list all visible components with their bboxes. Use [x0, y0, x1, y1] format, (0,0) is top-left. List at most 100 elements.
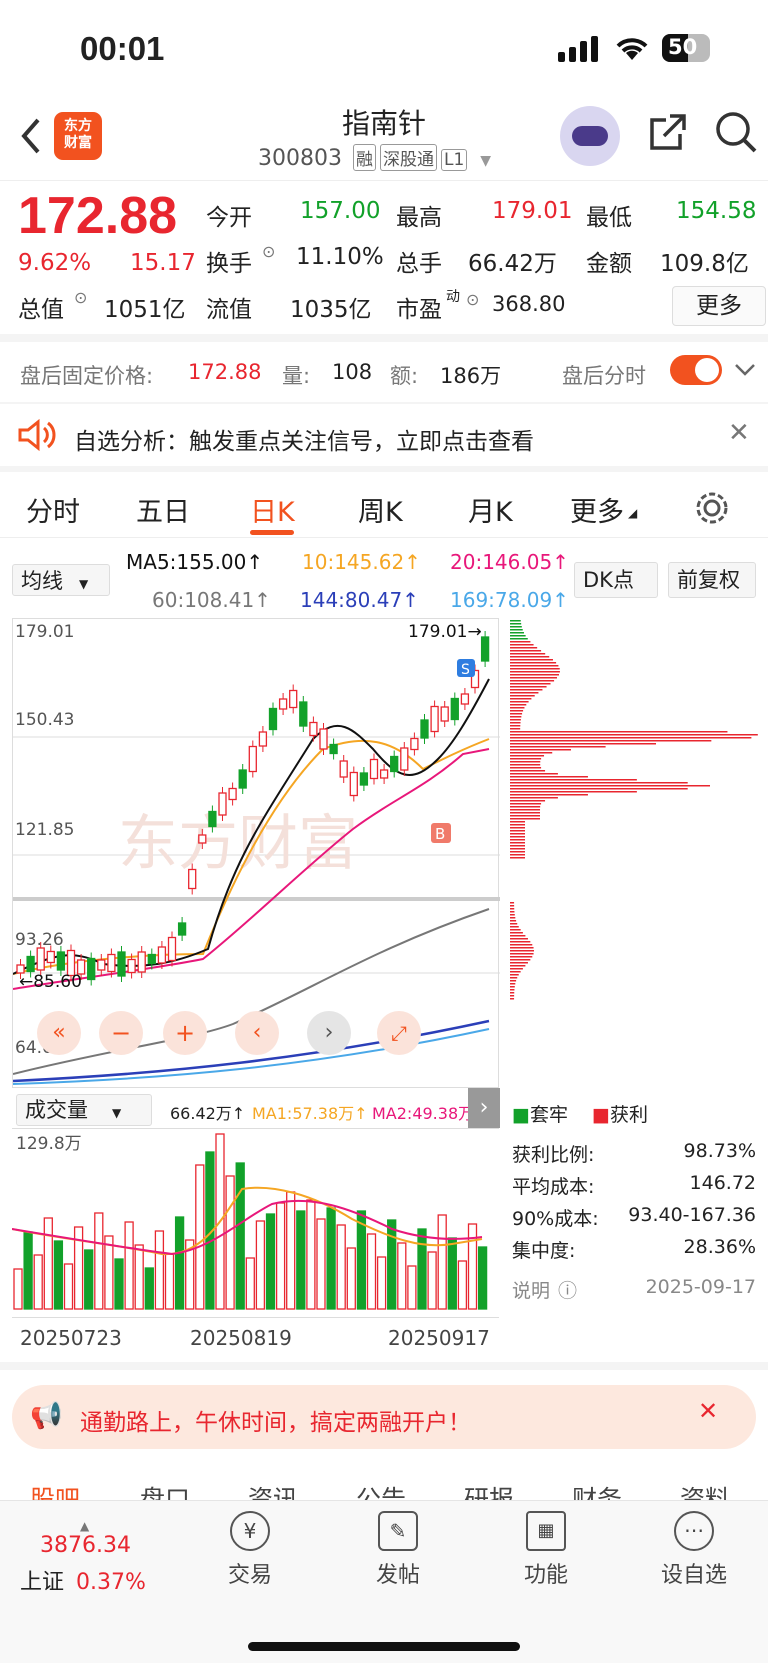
- after-hours-amt: 186万: [440, 364, 502, 388]
- prev-icon[interactable]: ‹: [235, 1011, 279, 1055]
- nav-add-watch[interactable]: ⋯ 设自选: [634, 1511, 754, 1589]
- info-icon[interactable]: ⊙: [74, 288, 87, 307]
- info-icon[interactable]: ⊙: [262, 242, 275, 261]
- chip-bar: [510, 782, 688, 784]
- tab-orderbook[interactable]: 盘口: [140, 1480, 190, 1500]
- volume-bar: [437, 1214, 447, 1310]
- chip-bar: [510, 911, 515, 913]
- dk-point-button[interactable]: DK点: [574, 562, 658, 598]
- tab-finance[interactable]: 财务: [572, 1480, 622, 1500]
- close-icon[interactable]: ✕: [728, 418, 750, 448]
- tab-announce[interactable]: 公告: [356, 1480, 406, 1500]
- after-hours-toggle[interactable]: [670, 355, 722, 385]
- chip-bar: [510, 773, 558, 775]
- kline-chart[interactable]: 东方财富 179.01 150.43 121.85 93.26 64.68 17…: [12, 618, 500, 1088]
- volume-select[interactable]: 成交量 ▼: [16, 1094, 152, 1126]
- info-icon[interactable]: ⊙: [466, 290, 479, 309]
- chip-bar: [510, 809, 541, 811]
- chip-bar: [510, 812, 541, 814]
- chip-bar: [510, 908, 515, 910]
- tab-intraday[interactable]: 分时: [26, 490, 80, 529]
- chip-bar: [510, 659, 553, 661]
- notice-bar[interactable]: 自选分析：触发重点关注信号，立即点击查看 ✕: [0, 404, 768, 470]
- chip-bar: [510, 644, 534, 646]
- tab-weekly[interactable]: 周K: [358, 490, 403, 529]
- y-label-4: 93.26: [15, 930, 64, 950]
- adjust-label: 前复权: [677, 568, 740, 592]
- tab-forum[interactable]: 股吧: [30, 1480, 80, 1500]
- volume-bar: [457, 1260, 468, 1310]
- chip-bar: [510, 845, 525, 847]
- volume-bar: [306, 1199, 316, 1310]
- chip-bar: [510, 923, 518, 925]
- volume-bar: [245, 1257, 255, 1310]
- chip-bar: [510, 944, 533, 946]
- candle: [208, 810, 217, 828]
- chip-distribution: [510, 620, 758, 1000]
- tab-five-day[interactable]: 五日: [136, 490, 190, 529]
- candle: [369, 758, 379, 780]
- zoom-in-icon[interactable]: +: [163, 1011, 207, 1055]
- nav-trade[interactable]: ¥ 交易: [190, 1511, 310, 1589]
- index-pct: 0.37%: [76, 1570, 146, 1595]
- next-icon[interactable]: ›: [307, 1011, 351, 1055]
- chip-bar: [510, 806, 541, 808]
- search-icon[interactable]: [714, 110, 758, 154]
- candle: [278, 698, 288, 710]
- robot-avatar[interactable]: [560, 106, 620, 166]
- ad-banner[interactable]: 📢 通勤路上，午休时间，搞定两融开户！ ✕: [12, 1385, 756, 1449]
- chip-bar: [510, 827, 525, 829]
- info-icon[interactable]: ⓘ: [558, 1280, 577, 1302]
- tab-profile[interactable]: 资料: [680, 1480, 730, 1500]
- high-value: 179.01: [492, 198, 573, 224]
- volume-bar: [366, 1233, 377, 1310]
- volume-bar: [124, 1221, 134, 1310]
- chip-bar: [510, 770, 546, 772]
- volume-bar: [447, 1237, 457, 1310]
- chip-bar: [510, 752, 553, 754]
- nav-function[interactable]: ▦ 功能: [486, 1511, 606, 1589]
- chip-bar: [510, 707, 525, 709]
- chevron-down-icon[interactable]: ▼: [480, 153, 491, 169]
- y-label-2: 150.43: [15, 710, 74, 730]
- index-ticker[interactable]: ▲ 3876.34 上证 0.37%: [20, 1519, 170, 1596]
- chip-bar: [510, 974, 519, 976]
- chip-bar: [510, 995, 515, 997]
- high-marker: 179.01→: [408, 622, 482, 642]
- chip-note[interactable]: 说明: [512, 1280, 550, 1302]
- indicator-select-label: 均线: [21, 569, 63, 593]
- chip-bar: [510, 815, 541, 817]
- indicator-select[interactable]: 均线 ▼: [12, 564, 110, 596]
- tab-research[interactable]: 研报: [464, 1480, 514, 1500]
- volume-bar: [265, 1213, 276, 1310]
- tab-more[interactable]: 更多: [570, 490, 624, 529]
- gear-icon[interactable]: [694, 490, 730, 526]
- nav-post-label: 发帖: [375, 1563, 420, 1588]
- volume-bar: [417, 1228, 427, 1310]
- chevron-down-icon[interactable]: [734, 362, 756, 378]
- chip-bar: [510, 662, 557, 664]
- zoom-out-icon[interactable]: −: [99, 1011, 143, 1055]
- share-icon[interactable]: [646, 112, 688, 154]
- volume-chart[interactable]: 129.8万: [11, 1128, 499, 1318]
- fullscreen-icon[interactable]: ⤢: [377, 1011, 421, 1055]
- tab-daily[interactable]: 日K: [250, 490, 295, 529]
- tab-news[interactable]: 资讯: [248, 1480, 298, 1500]
- more-button[interactable]: 更多: [672, 286, 766, 326]
- chip-bar: [510, 719, 521, 721]
- high-label: 最高: [396, 205, 442, 231]
- candle: [137, 951, 146, 973]
- candle: [319, 728, 328, 750]
- chip-bar: [510, 641, 531, 643]
- adjust-button[interactable]: 前复权: [668, 562, 756, 598]
- expand-arrow-icon[interactable]: ›: [468, 1088, 500, 1128]
- date-mid: 20250819: [190, 1326, 292, 1350]
- rewind-icon[interactable]: «: [37, 1011, 81, 1055]
- close-icon[interactable]: ✕: [698, 1397, 718, 1425]
- nav-post[interactable]: ✎ 发帖: [338, 1511, 458, 1589]
- tab-monthly[interactable]: 月K: [468, 490, 513, 529]
- pe-value: 368.80: [492, 292, 566, 316]
- float-value: 1035亿: [290, 297, 372, 323]
- candle: [309, 721, 318, 737]
- svg-text:B: B: [435, 825, 445, 843]
